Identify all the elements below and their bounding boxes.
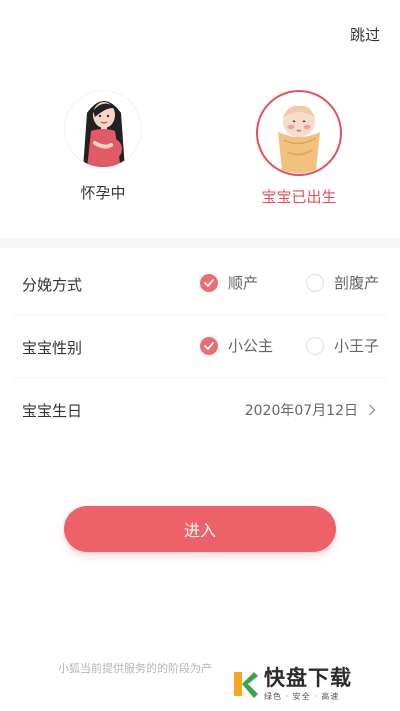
enter-button[interactable]: 进入 — [64, 506, 336, 552]
baby-info-form: 分娩方式 顺产 剖腹产 宝宝性别 小公主 小王子 宝宝生日 2020年07月12… — [0, 252, 400, 441]
baby-birthday-row[interactable]: 宝宝生日 2020年07月12日 — [14, 378, 386, 441]
watermark-tagline: 绿色 · 安全 · 高速 — [264, 691, 340, 701]
delivery-option-cesarean-label: 剖腹产 — [334, 274, 380, 292]
check-icon — [200, 273, 218, 292]
check-icon — [200, 336, 218, 355]
radio-empty-icon — [306, 336, 324, 355]
stage-option-born[interactable]: 宝宝已出生 — [234, 80, 364, 207]
gender-option-girl-label: 小公主 — [228, 337, 274, 355]
stage-label-born: 宝宝已出生 — [261, 188, 337, 206]
delivery-option-cesarean[interactable]: 剖腹产 — [306, 272, 379, 293]
skip-button[interactable]: 跳过 — [350, 24, 380, 45]
birthday-picker[interactable]: 2020年07月12日 — [245, 400, 376, 420]
stage-option-pregnant[interactable]: 怀孕中 — [38, 80, 168, 203]
gender-option-girl[interactable]: 小公主 — [200, 335, 273, 356]
delivery-method-label: 分娩方式 — [22, 276, 83, 294]
top-bar: 跳过 — [0, 0, 400, 70]
gender-option-boy[interactable]: 小王子 — [306, 335, 379, 356]
delivery-option-natural-label: 顺产 — [228, 274, 259, 292]
watermark-title: 快盘下载 — [264, 665, 352, 690]
download-logo-icon — [234, 672, 258, 698]
delivery-method-row: 分娩方式 顺产 剖腹产 — [14, 252, 386, 315]
chevron-right-icon — [369, 404, 376, 416]
radio-empty-icon — [306, 273, 324, 292]
section-divider — [0, 238, 400, 248]
watermark-logo: 快盘下载 绿色 · 安全 · 高速 — [228, 664, 352, 704]
baby-gender-row: 宝宝性别 小公主 小王子 — [14, 315, 386, 378]
baby-birthday-label: 宝宝生日 — [22, 402, 83, 420]
delivery-option-natural[interactable]: 顺产 — [200, 272, 258, 293]
swaddled-baby-icon — [256, 90, 342, 176]
stage-label-pregnant: 怀孕中 — [80, 184, 126, 202]
pregnant-woman-icon — [64, 90, 142, 168]
birthday-value: 2020年07月12日 — [244, 403, 358, 419]
footer-note: 小狐当前提供服务的的阶段为产 — [58, 662, 212, 675]
baby-gender-label: 宝宝性别 — [22, 339, 83, 357]
gender-option-boy-label: 小王子 — [334, 337, 380, 355]
stage-selector: 怀孕中 宝宝已出生 — [0, 80, 400, 230]
